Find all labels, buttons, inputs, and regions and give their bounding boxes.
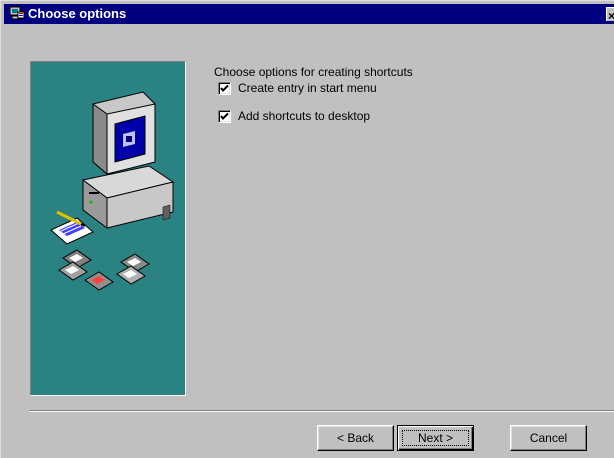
add-desktop-shortcuts-checkbox[interactable] [218,110,231,123]
checkmark-icon [220,84,229,92]
back-button[interactable]: < Back [317,425,394,451]
back-button-label: < Back [336,430,375,445]
computer-with-floppy-disks-illustration [50,91,175,291]
setup-wizard-icon [9,6,25,20]
options-heading: Choose options for creating shortcuts [214,65,413,79]
button-separator [30,410,614,412]
checkmark-icon [220,112,229,120]
create-start-menu-entry-checkbox[interactable] [218,82,231,95]
cancel-button-label: Cancel [529,430,568,445]
wizard-side-panel [30,61,186,396]
cancel-button[interactable]: Cancel [510,425,587,451]
create-start-menu-entry-label[interactable]: Create entry in start menu [238,81,377,95]
add-desktop-shortcuts-label[interactable]: Add shortcuts to desktop [238,109,370,123]
close-button[interactable]: × [606,7,614,21]
window-title: Choose options [28,6,127,21]
next-button[interactable]: Next > [397,425,474,451]
close-icon: × [608,8,614,21]
title-bar[interactable]: Choose options × [4,4,614,24]
next-button-label: Next > [417,430,453,445]
choose-options-dialog: Choose options × [0,0,614,458]
